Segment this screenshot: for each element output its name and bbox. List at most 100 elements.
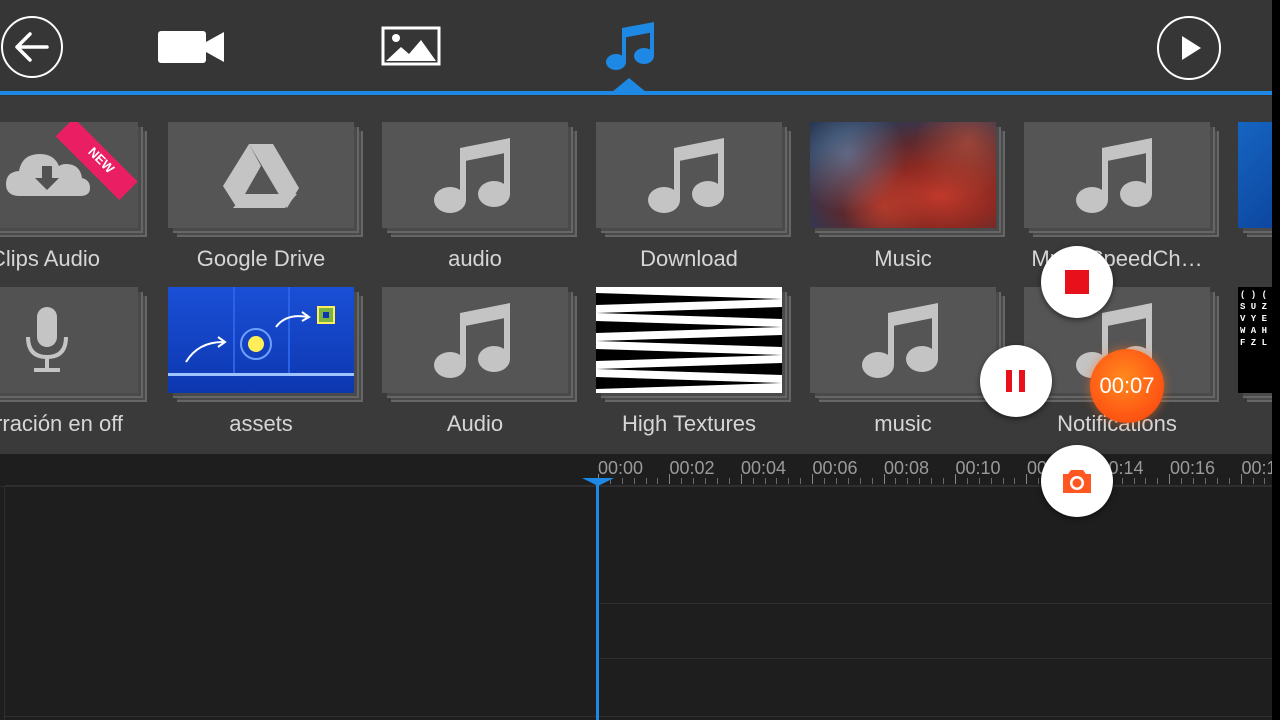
arrow-left-icon xyxy=(15,32,49,62)
ruler-tick xyxy=(705,478,706,484)
ruler-tick xyxy=(753,478,754,484)
ruler-tick xyxy=(931,478,932,484)
music-note-icon xyxy=(1076,138,1152,213)
video-camera-icon xyxy=(158,31,224,63)
time-tick-label: 00:04 xyxy=(741,458,787,478)
ruler-tick xyxy=(657,478,658,484)
ruler-tick xyxy=(836,478,837,484)
ruler-tick xyxy=(1169,474,1170,484)
nebula-thumbnail xyxy=(810,122,996,228)
ruler-tick xyxy=(1264,478,1265,484)
music-note-icon xyxy=(862,303,938,378)
active-tab-indicator xyxy=(612,78,646,92)
folder-tile-clips-audio[interactable]: NEW Clips Audio xyxy=(0,122,152,282)
time-tick-label: 00:10 xyxy=(955,458,1001,478)
ruler-tick xyxy=(872,478,873,484)
google-drive-icon xyxy=(223,144,299,208)
ruler-tick xyxy=(765,478,766,484)
folder-label: Narración en off xyxy=(0,411,124,436)
zigzag-thumbnail xyxy=(596,293,782,389)
folder-tile-music[interactable]: Music xyxy=(810,122,1010,282)
ruler-tick xyxy=(681,478,682,484)
folder-tile-narracion[interactable]: Narración en off xyxy=(0,287,152,447)
time-tick-label: 00:08 xyxy=(884,458,930,478)
ruler-tick xyxy=(848,478,849,484)
folder-label: High Textures xyxy=(621,411,757,436)
ruler-tick xyxy=(860,478,861,484)
ruler-tick xyxy=(1241,474,1242,484)
folder-tile-download[interactable]: Download xyxy=(596,122,796,282)
ruler-tick xyxy=(1253,478,1254,484)
music-note-icon xyxy=(606,22,654,70)
record-stop-button[interactable] xyxy=(1041,246,1113,318)
ruler-tick xyxy=(1145,478,1146,484)
ruler-tick xyxy=(991,478,992,484)
ruler-tick xyxy=(729,478,730,484)
ruler-tick xyxy=(1157,478,1158,484)
back-button[interactable] xyxy=(1,16,63,78)
ruler-tick xyxy=(788,478,789,484)
screenshot-button[interactable] xyxy=(1041,445,1113,517)
ruler-tick xyxy=(1014,478,1015,484)
tab-music[interactable] xyxy=(602,20,658,72)
folder-label: Google Drive xyxy=(196,246,326,271)
tab-image[interactable] xyxy=(381,26,441,66)
ruler-tick xyxy=(1122,478,1123,484)
ruler-tick xyxy=(1181,478,1182,484)
track-divider xyxy=(600,603,1272,604)
ruler-tick xyxy=(741,474,742,484)
time-tick-label: 00:06 xyxy=(812,458,858,478)
folder-tile-partial-2[interactable]: ( ) ( S U Z V Y E W A H F Z L xyxy=(1238,287,1272,447)
ruler-tick xyxy=(1205,478,1206,484)
ruler-tick xyxy=(669,474,670,484)
ruler-tick xyxy=(943,478,944,484)
ruler-tick xyxy=(717,478,718,484)
play-icon xyxy=(1182,36,1201,60)
screen-edge xyxy=(1272,0,1280,720)
ruler-tick xyxy=(884,474,885,484)
time-tick-label: 00:16 xyxy=(1170,458,1216,478)
ruler-tick xyxy=(967,478,968,484)
folder-tile-google-drive[interactable]: Google Drive xyxy=(168,122,368,282)
music-note-icon xyxy=(648,138,724,213)
ruler-tick xyxy=(919,478,920,484)
record-timer[interactable]: 00:07 xyxy=(1090,349,1164,423)
ruler-tick xyxy=(812,474,813,484)
ruler-tick xyxy=(646,478,647,484)
ruler-tick xyxy=(776,478,777,484)
folder-tile-music-2[interactable]: music xyxy=(810,287,1010,447)
tab-video[interactable] xyxy=(156,28,228,66)
track-divider xyxy=(600,658,1272,659)
music-note-icon xyxy=(434,303,510,378)
eye-chart-text: ( ) ( S U Z V Y E W A H F Z L xyxy=(1240,290,1268,348)
folder-tile-audio-2[interactable]: Audio xyxy=(382,287,582,447)
play-button[interactable] xyxy=(1157,16,1221,80)
ruler-tick xyxy=(1026,474,1027,484)
ruler-tick xyxy=(955,474,956,484)
folder-tile-partial[interactable] xyxy=(1238,122,1272,282)
track-divider xyxy=(5,716,1272,717)
ruler-tick xyxy=(1038,478,1039,484)
folder-tile-high-textures[interactable]: High Textures xyxy=(596,287,796,447)
folder-label: Download xyxy=(640,246,738,271)
folder-label: assets xyxy=(229,411,293,436)
music-note-icon xyxy=(434,138,510,213)
ruler-tick xyxy=(1003,478,1004,484)
ruler-tick xyxy=(1229,478,1230,484)
folder-tile-assets[interactable]: assets xyxy=(168,287,368,447)
folder-label: audio xyxy=(448,246,502,271)
ruler-tick xyxy=(800,478,801,484)
ruler-tick xyxy=(693,478,694,484)
folder-label: Audio xyxy=(446,411,504,436)
folder-tile-audio[interactable]: audio xyxy=(382,122,582,282)
ruler-tick xyxy=(1217,478,1218,484)
ruler-tick xyxy=(824,478,825,484)
record-pause-button[interactable] xyxy=(980,345,1052,417)
ruler-tick xyxy=(907,478,908,484)
ruler-tick xyxy=(622,478,623,484)
ruler-tick xyxy=(895,478,896,484)
track-edge xyxy=(4,486,5,720)
folder-label: Music xyxy=(874,246,932,271)
folder-label: Clips Audio xyxy=(0,246,101,271)
playhead[interactable] xyxy=(596,482,599,720)
